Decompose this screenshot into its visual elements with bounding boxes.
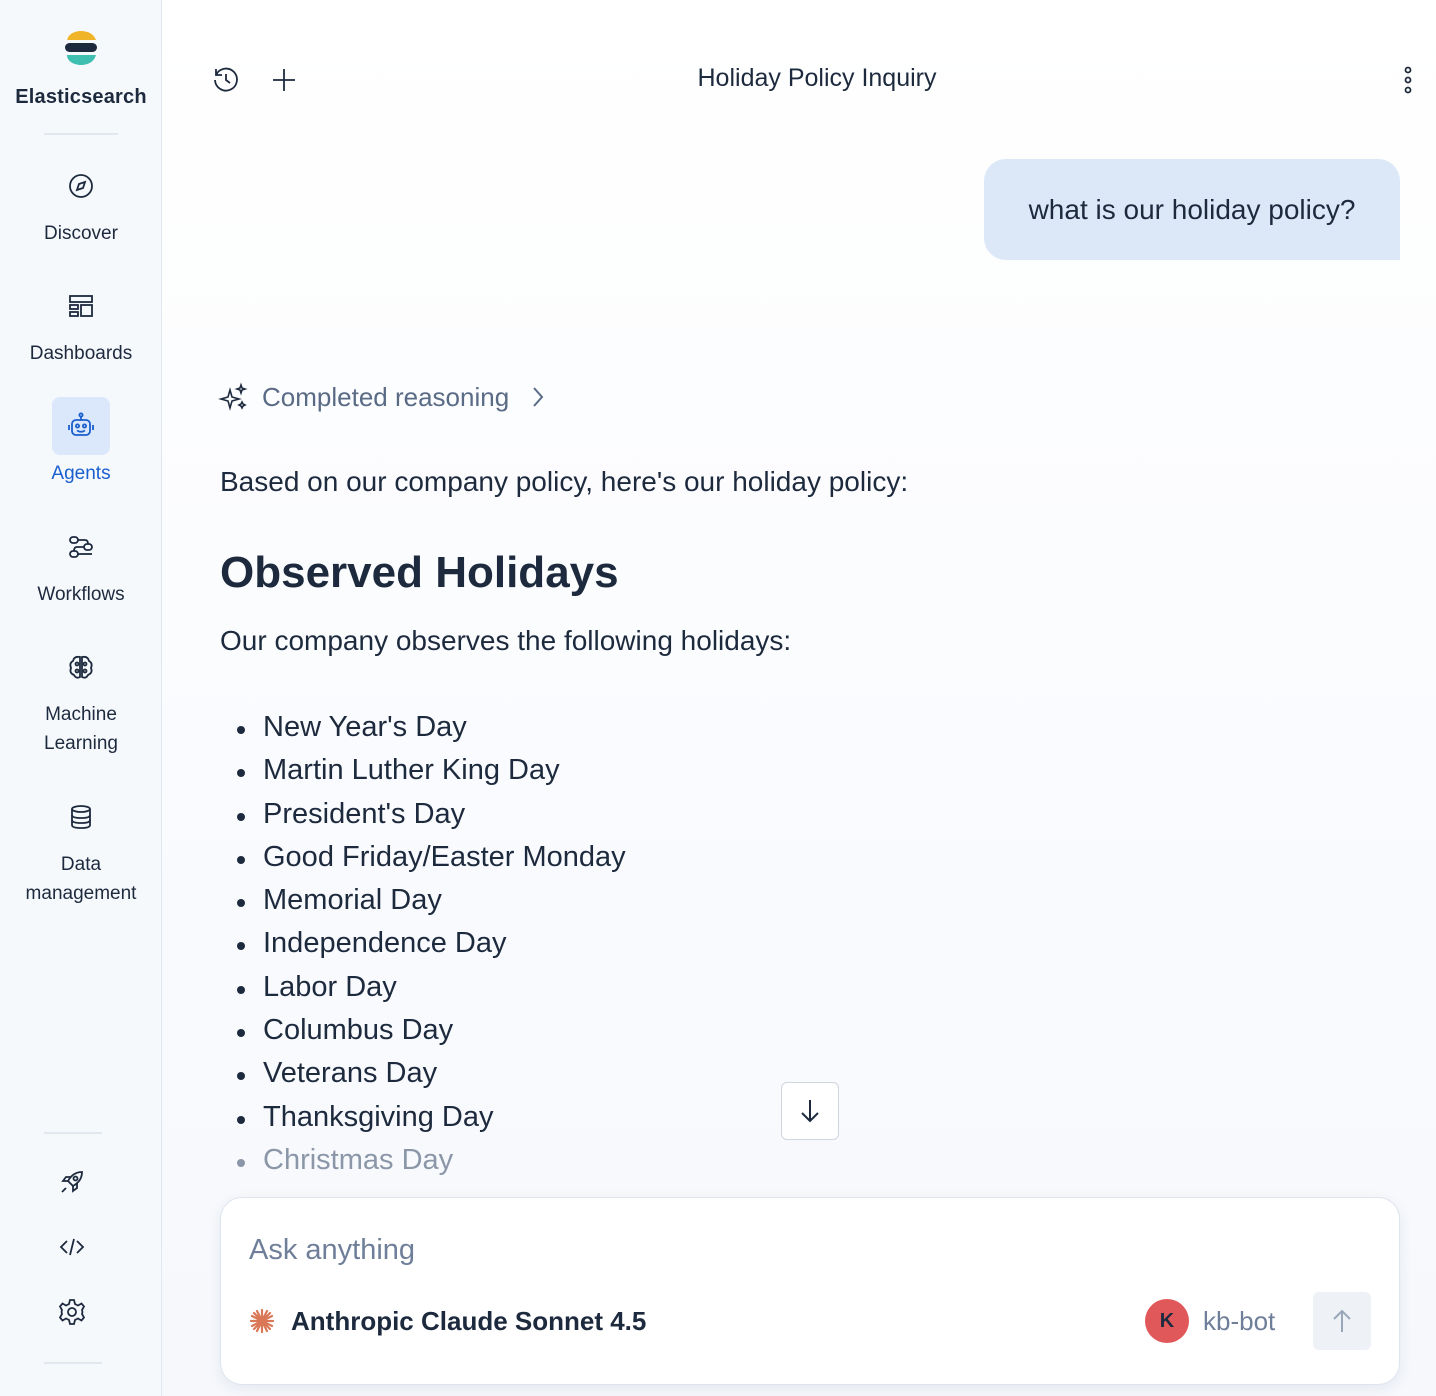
divider [44,133,118,135]
divider [44,1362,102,1364]
list-item: Columbus Day [220,1009,626,1052]
list-item: New Year's Day [220,706,626,749]
chat-main: Holiday Policy Inquiry what is our holid… [162,0,1436,1396]
code-icon[interactable] [52,1227,92,1267]
holiday-list: New Year's Day Martin Luther King Day Pr… [220,706,626,1182]
sidebar-item-label: Data management [25,854,137,904]
sidebar-item-label: Dashboards [29,343,133,364]
dashboard-icon [52,277,110,335]
sidebar-item-label: Workflows [37,584,125,605]
list-item: Independence Day [220,922,626,965]
list-item: Martin Luther King Day [220,749,626,792]
model-selector[interactable]: Anthropic Claude Sonnet 4.5 [249,1302,646,1340]
list-item: Thanksgiving Day [220,1096,626,1139]
brand[interactable]: Elasticsearch [0,28,162,109]
more-options-button[interactable] [1390,60,1426,100]
sidebar-item-agents[interactable]: Agents [0,397,162,488]
send-button[interactable] [1313,1292,1371,1350]
chevron-right-icon [533,387,544,407]
anthropic-icon [249,1308,275,1334]
response-heading: Observed Holidays [220,548,619,597]
sidebar-item-workflows[interactable]: Workflows [0,518,162,609]
gear-icon[interactable] [52,1292,92,1332]
agent-selector[interactable]: K kb-bot [1145,1298,1275,1344]
conversation-title: Holiday Policy Inquiry [697,64,937,92]
list-item: Labor Day [220,966,626,1009]
workflow-icon [52,518,110,576]
scroll-to-bottom-button[interactable] [781,1082,839,1140]
user-message: what is our holiday policy? [984,159,1400,260]
sidebar-item-dashboards[interactable]: Dashboards [0,277,162,368]
sidebar-item-data-management[interactable]: Data management [0,788,162,908]
arrow-up-icon [1333,1309,1351,1332]
arrow-down-icon [801,1100,819,1123]
list-item: Memorial Day [220,879,626,922]
list-item: Good Friday/Easter Monday [220,836,626,879]
sidebar-item-machine-learning[interactable]: Machine Learning [0,638,162,758]
avatar: K [1145,1299,1189,1343]
rocket-icon[interactable] [52,1162,92,1202]
sidebar-item-label: Machine Learning [44,704,118,754]
response-intro: Based on our company policy, here's our … [220,466,909,497]
elastic-logo-icon [65,31,97,65]
brain-icon [52,638,110,696]
list-item: President's Day [220,793,626,836]
sparkles-icon [218,382,248,411]
compass-icon [52,157,110,215]
reasoning-label: Completed reasoning [262,381,510,412]
list-item: Christmas Day [220,1139,626,1182]
database-icon [52,788,110,846]
model-name: Anthropic Claude Sonnet 4.5 [291,1305,647,1336]
message-input[interactable] [249,1228,949,1272]
response-subtext: Our company observes the following holid… [220,625,792,656]
sidebar-item-label: Agents [51,463,111,484]
sidebar-item-discover[interactable]: Discover [0,157,162,248]
reasoning-toggle[interactable]: Completed reasoning [218,378,545,416]
list-item: Veterans Day [220,1052,626,1095]
divider [44,1132,102,1134]
agent-name: kb-bot [1203,1305,1276,1336]
sidebar-item-label: Discover [44,223,118,244]
robot-icon [52,397,110,455]
brand-name: Elasticsearch [15,86,147,108]
sidebar: Elasticsearch Discover Dashboards Agents… [0,0,162,1396]
kebab-menu-icon [1404,66,1412,94]
message-composer: Anthropic Claude Sonnet 4.5 K kb-bot [220,1197,1400,1385]
